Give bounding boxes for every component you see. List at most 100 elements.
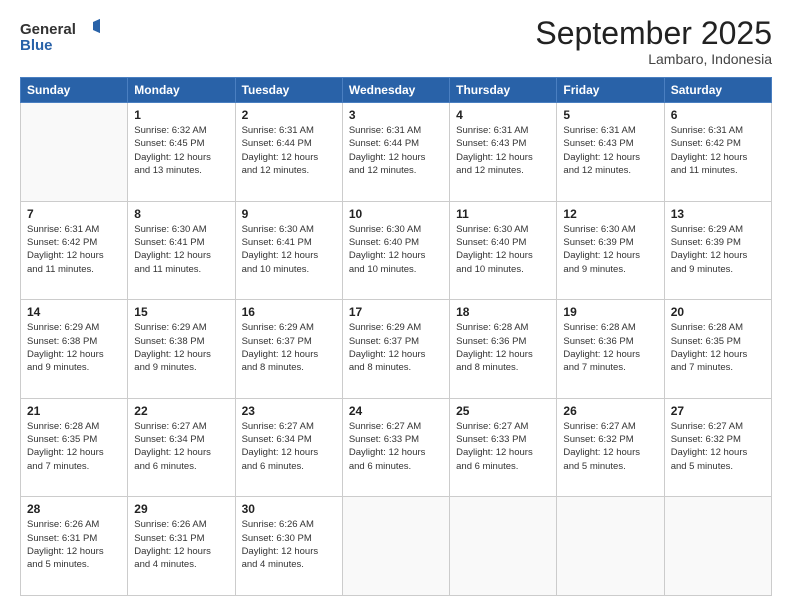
week-row-1: 1 Sunrise: 6:32 AM Sunset: 6:45 PM Daylig…: [21, 103, 772, 202]
day-number: 18: [456, 305, 550, 319]
title-block: September 2025 Lambaro, Indonesia: [535, 16, 772, 67]
day-info: Sunrise: 6:30 AM Sunset: 6:41 PM Dayligh…: [242, 223, 336, 276]
day-info: Sunrise: 6:30 AM Sunset: 6:39 PM Dayligh…: [563, 223, 657, 276]
week-row-4: 21 Sunrise: 6:28 AM Sunset: 6:35 PM Dayli…: [21, 398, 772, 497]
day-info: Sunrise: 6:30 AM Sunset: 6:40 PM Dayligh…: [349, 223, 443, 276]
day-info: Sunrise: 6:29 AM Sunset: 6:39 PM Dayligh…: [671, 223, 765, 276]
calendar-cell: 30 Sunrise: 6:26 AM Sunset: 6:30 PM Dayli…: [235, 497, 342, 596]
day-number: 19: [563, 305, 657, 319]
week-row-3: 14 Sunrise: 6:29 AM Sunset: 6:38 PM Dayli…: [21, 300, 772, 399]
calendar-cell: 4 Sunrise: 6:31 AM Sunset: 6:43 PM Daylig…: [450, 103, 557, 202]
day-info: Sunrise: 6:27 AM Sunset: 6:32 PM Dayligh…: [671, 420, 765, 473]
day-number: 26: [563, 404, 657, 418]
header-saturday: Saturday: [664, 78, 771, 103]
header-tuesday: Tuesday: [235, 78, 342, 103]
day-info: Sunrise: 6:30 AM Sunset: 6:41 PM Dayligh…: [134, 223, 228, 276]
day-number: 22: [134, 404, 228, 418]
header: General Blue September 2025 Lambaro, Ind…: [20, 16, 772, 67]
day-number: 24: [349, 404, 443, 418]
calendar-cell: 29 Sunrise: 6:26 AM Sunset: 6:31 PM Dayli…: [128, 497, 235, 596]
calendar-cell: 14 Sunrise: 6:29 AM Sunset: 6:38 PM Dayli…: [21, 300, 128, 399]
day-number: 30: [242, 502, 336, 516]
day-number: 3: [349, 108, 443, 122]
calendar-cell: 20Sunrise: 6:28 AM Sunset: 6:35 PM Dayli…: [664, 300, 771, 399]
calendar-cell: [342, 497, 449, 596]
calendar-cell: 12 Sunrise: 6:30 AM Sunset: 6:39 PM Dayli…: [557, 201, 664, 300]
day-info: Sunrise: 6:28 AM Sunset: 6:36 PM Dayligh…: [456, 321, 550, 374]
calendar-cell: [664, 497, 771, 596]
day-info: Sunrise: 6:26 AM Sunset: 6:31 PM Dayligh…: [134, 518, 228, 571]
calendar-header-row: SundayMondayTuesdayWednesdayThursdayFrid…: [21, 78, 772, 103]
day-info: Sunrise: 6:28 AM Sunset: 6:35 PM Dayligh…: [27, 420, 121, 473]
day-number: 27: [671, 404, 765, 418]
day-number: 13: [671, 207, 765, 221]
calendar-cell: 25Sunrise: 6:27 AM Sunset: 6:33 PM Dayli…: [450, 398, 557, 497]
day-info: Sunrise: 6:29 AM Sunset: 6:38 PM Dayligh…: [134, 321, 228, 374]
day-number: 2: [242, 108, 336, 122]
calendar-cell: 9Sunrise: 6:30 AM Sunset: 6:41 PM Daylig…: [235, 201, 342, 300]
calendar-cell: [557, 497, 664, 596]
day-info: Sunrise: 6:27 AM Sunset: 6:34 PM Dayligh…: [242, 420, 336, 473]
calendar-cell: 27 Sunrise: 6:27 AM Sunset: 6:32 PM Dayli…: [664, 398, 771, 497]
calendar-cell: 5Sunrise: 6:31 AM Sunset: 6:43 PM Daylig…: [557, 103, 664, 202]
day-number: 15: [134, 305, 228, 319]
day-info: Sunrise: 6:29 AM Sunset: 6:38 PM Dayligh…: [27, 321, 121, 374]
calendar-cell: 24Sunrise: 6:27 AM Sunset: 6:33 PM Dayli…: [342, 398, 449, 497]
header-thursday: Thursday: [450, 78, 557, 103]
day-info: Sunrise: 6:31 AM Sunset: 6:44 PM Dayligh…: [349, 124, 443, 177]
day-number: 23: [242, 404, 336, 418]
day-number: 21: [27, 404, 121, 418]
calendar-cell: 13 Sunrise: 6:29 AM Sunset: 6:39 PM Dayli…: [664, 201, 771, 300]
day-number: 12: [563, 207, 657, 221]
calendar-table: SundayMondayTuesdayWednesdayThursdayFrid…: [20, 77, 772, 596]
calendar-cell: 3 Sunrise: 6:31 AM Sunset: 6:44 PM Daylig…: [342, 103, 449, 202]
day-number: 5: [563, 108, 657, 122]
day-number: 25: [456, 404, 550, 418]
day-info: Sunrise: 6:30 AM Sunset: 6:40 PM Dayligh…: [456, 223, 550, 276]
header-friday: Friday: [557, 78, 664, 103]
day-number: 6: [671, 108, 765, 122]
calendar-cell: 11 Sunrise: 6:30 AM Sunset: 6:40 PM Dayli…: [450, 201, 557, 300]
calendar-cell: 16Sunrise: 6:29 AM Sunset: 6:37 PM Dayli…: [235, 300, 342, 399]
day-info: Sunrise: 6:32 AM Sunset: 6:45 PM Dayligh…: [134, 124, 228, 177]
day-number: 1: [134, 108, 228, 122]
calendar-cell: 17Sunrise: 6:29 AM Sunset: 6:37 PM Dayli…: [342, 300, 449, 399]
day-info: Sunrise: 6:26 AM Sunset: 6:31 PM Dayligh…: [27, 518, 121, 571]
calendar-cell: 10Sunrise: 6:30 AM Sunset: 6:40 PM Dayli…: [342, 201, 449, 300]
calendar-cell: 7 Sunrise: 6:31 AM Sunset: 6:42 PM Daylig…: [21, 201, 128, 300]
calendar-cell: 2 Sunrise: 6:31 AM Sunset: 6:44 PM Daylig…: [235, 103, 342, 202]
svg-text:Blue: Blue: [20, 37, 53, 54]
month-title: September 2025: [535, 16, 772, 51]
day-number: 11: [456, 207, 550, 221]
calendar-cell: 18 Sunrise: 6:28 AM Sunset: 6:36 PM Dayli…: [450, 300, 557, 399]
day-info: Sunrise: 6:31 AM Sunset: 6:42 PM Dayligh…: [671, 124, 765, 177]
page: General Blue September 2025 Lambaro, Ind…: [0, 0, 792, 612]
day-info: Sunrise: 6:31 AM Sunset: 6:44 PM Dayligh…: [242, 124, 336, 177]
calendar-cell: 22 Sunrise: 6:27 AM Sunset: 6:34 PM Dayli…: [128, 398, 235, 497]
day-number: 4: [456, 108, 550, 122]
day-number: 14: [27, 305, 121, 319]
calendar-cell: 26Sunrise: 6:27 AM Sunset: 6:32 PM Dayli…: [557, 398, 664, 497]
day-info: Sunrise: 6:27 AM Sunset: 6:34 PM Dayligh…: [134, 420, 228, 473]
calendar-cell: 15 Sunrise: 6:29 AM Sunset: 6:38 PM Dayli…: [128, 300, 235, 399]
day-number: 7: [27, 207, 121, 221]
calendar-cell: 19 Sunrise: 6:28 AM Sunset: 6:36 PM Dayli…: [557, 300, 664, 399]
header-monday: Monday: [128, 78, 235, 103]
day-info: Sunrise: 6:31 AM Sunset: 6:43 PM Dayligh…: [456, 124, 550, 177]
calendar-cell: [450, 497, 557, 596]
calendar-cell: 23 Sunrise: 6:27 AM Sunset: 6:34 PM Dayli…: [235, 398, 342, 497]
day-number: 20: [671, 305, 765, 319]
day-number: 17: [349, 305, 443, 319]
day-info: Sunrise: 6:31 AM Sunset: 6:42 PM Dayligh…: [27, 223, 121, 276]
day-info: Sunrise: 6:29 AM Sunset: 6:37 PM Dayligh…: [242, 321, 336, 374]
day-number: 29: [134, 502, 228, 516]
location: Lambaro, Indonesia: [535, 51, 772, 67]
calendar-cell: 6 Sunrise: 6:31 AM Sunset: 6:42 PM Daylig…: [664, 103, 771, 202]
day-info: Sunrise: 6:28 AM Sunset: 6:36 PM Dayligh…: [563, 321, 657, 374]
calendar-cell: 8 Sunrise: 6:30 AM Sunset: 6:41 PM Daylig…: [128, 201, 235, 300]
header-wednesday: Wednesday: [342, 78, 449, 103]
day-number: 8: [134, 207, 228, 221]
day-info: Sunrise: 6:26 AM Sunset: 6:30 PM Dayligh…: [242, 518, 336, 571]
week-row-2: 7 Sunrise: 6:31 AM Sunset: 6:42 PM Daylig…: [21, 201, 772, 300]
week-row-5: 28Sunrise: 6:26 AM Sunset: 6:31 PM Dayli…: [21, 497, 772, 596]
